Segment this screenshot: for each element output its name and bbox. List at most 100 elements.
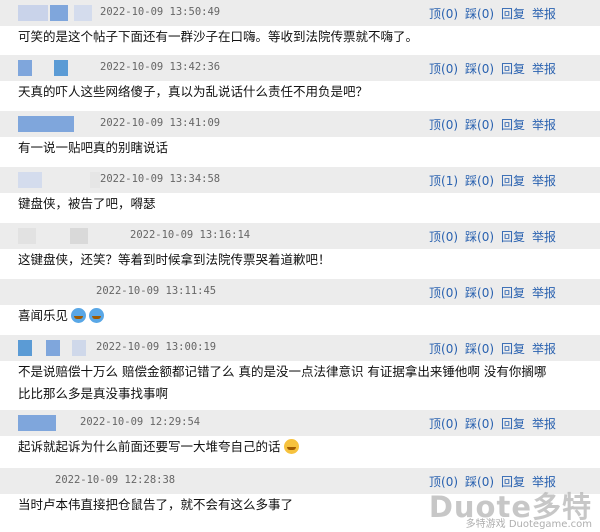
upvote-link-text: (0) bbox=[441, 118, 459, 132]
comment-body: 起诉就起诉为什么前面还要写一大堆夸自己的话 bbox=[18, 436, 299, 458]
comment-text: 喜闻乐见 bbox=[18, 308, 69, 323]
comment-text: 键盘侠，被告了吧，嘚瑟 bbox=[18, 196, 156, 211]
downvote-link-text: 踩 bbox=[465, 174, 478, 188]
watermark-subtext: 多特游戏 Duotegame.com bbox=[465, 519, 592, 530]
comment-text: 有一说一贴吧真的别瞎说话 bbox=[18, 140, 169, 155]
downvote-link-text: 踩 bbox=[465, 62, 478, 76]
comment-timestamp: 2022-10-09 12:29:54 bbox=[80, 416, 201, 428]
report-link-text: 举报 bbox=[532, 342, 557, 356]
comment-header: 2022-10-09 13:16:14 顶(0) 踩(0) 回复 举报 bbox=[0, 223, 600, 249]
comment-timestamp: 2022-10-09 13:34:58 bbox=[100, 173, 221, 185]
comment-header: 2022-10-09 13:41:09 顶(0) 踩(0) 回复 举报 bbox=[0, 111, 600, 137]
upvote-link-text: (0) bbox=[441, 342, 459, 356]
reply-link[interactable]: 回复 bbox=[501, 7, 525, 21]
upvote-link-text: 顶 bbox=[429, 286, 442, 300]
comment-text: 起诉就起诉为什么前面还要写一大堆夸自己的话 bbox=[18, 439, 281, 454]
upvote-link-text: (0) bbox=[441, 286, 459, 300]
downvote-link-text: 踩 bbox=[465, 7, 478, 21]
upvote-link-text: 顶 bbox=[429, 342, 442, 356]
reply-link[interactable]: 回复 bbox=[501, 174, 525, 188]
downvote-link[interactable]: 踩(0) bbox=[465, 118, 494, 132]
comment-body: 当时卢本伟直接把仓鼠告了，就不会有这么多事了 bbox=[18, 494, 293, 516]
comment-text: 当时卢本伟直接把仓鼠告了，就不会有这么多事了 bbox=[18, 497, 294, 512]
comment-actions: 顶(1) 踩(0) 回复 举报 bbox=[429, 172, 563, 189]
comment-body: 喜闻乐见 bbox=[18, 305, 105, 327]
downvote-link[interactable]: 踩(0) bbox=[465, 7, 494, 21]
comment-text-line2: 比比那么多是真没事找事啊 bbox=[18, 386, 169, 401]
comment-text: 可笑的是这个帖子下面还有一群沙子在口嗨。等收到法院传票就不嗨了。 bbox=[18, 29, 419, 44]
report-link[interactable]: 举报 bbox=[532, 230, 556, 244]
upvote-link[interactable]: 顶(0) bbox=[429, 230, 458, 244]
upvote-link[interactable]: 顶(0) bbox=[429, 417, 458, 431]
downvote-link[interactable]: 踩(0) bbox=[465, 174, 494, 188]
reply-link-text: 回复 bbox=[501, 342, 526, 356]
comment-timestamp: 2022-10-09 12:28:38 bbox=[55, 474, 176, 486]
comment-actions: 顶(0) 踩(0) 回复 举报 bbox=[429, 5, 563, 22]
report-link[interactable]: 举报 bbox=[532, 342, 556, 356]
comment-timestamp: 2022-10-09 13:41:09 bbox=[100, 117, 221, 129]
upvote-link-text: 顶 bbox=[429, 417, 442, 431]
comment-timestamp: 2022-10-09 13:50:49 bbox=[100, 6, 221, 18]
downvote-link[interactable]: 踩(0) bbox=[465, 417, 494, 431]
report-link-text: 举报 bbox=[532, 118, 557, 132]
report-link[interactable]: 举报 bbox=[532, 7, 556, 21]
comment-text: 这键盘侠，还笑？等着到时候拿到法院传票哭着道歉吧！ bbox=[18, 252, 331, 267]
downvote-link[interactable]: 踩(0) bbox=[465, 62, 494, 76]
reply-link-text: 回复 bbox=[501, 417, 526, 431]
report-link[interactable]: 举报 bbox=[532, 118, 556, 132]
report-link[interactable]: 举报 bbox=[532, 174, 556, 188]
reply-link-text: 回复 bbox=[501, 62, 526, 76]
upvote-link-text: 顶 bbox=[429, 230, 442, 244]
comment-header: 2022-10-09 13:00:19 顶(0) 踩(0) 回复 举报 bbox=[0, 335, 600, 361]
grin-emoji bbox=[283, 439, 299, 454]
report-link[interactable]: 举报 bbox=[532, 286, 556, 300]
comment-body: 不是说赔偿十万么 赔偿金额都记错了么 真的是没一点法律意识 有证据拿出来锤他啊 … bbox=[18, 361, 546, 405]
comment-header: 2022-10-09 12:29:54 顶(0) 踩(0) 回复 举报 bbox=[0, 410, 600, 436]
reply-link[interactable]: 回复 bbox=[501, 417, 525, 431]
comment-header: 2022-10-09 13:50:49 顶(0) 踩(0) 回复 举报 bbox=[0, 0, 600, 26]
comment-body: 键盘侠，被告了吧，嘚瑟 bbox=[18, 193, 156, 215]
comment-header: 2022-10-09 13:34:58 顶(1) 踩(0) 回复 举报 bbox=[0, 167, 600, 193]
upvote-link[interactable]: 顶(0) bbox=[429, 7, 458, 21]
comment-actions: 顶(0) 踩(0) 回复 举报 bbox=[429, 228, 563, 245]
upvote-link-text: (0) bbox=[441, 7, 459, 21]
comment-timestamp: 2022-10-09 13:00:19 bbox=[96, 341, 217, 353]
laughing-emoji bbox=[89, 308, 105, 323]
reply-link[interactable]: 回复 bbox=[501, 62, 525, 76]
upvote-link-text: 顶 bbox=[429, 62, 442, 76]
downvote-link-text: (0) bbox=[477, 7, 495, 21]
upvote-link[interactable]: 顶(0) bbox=[429, 62, 458, 76]
upvote-link[interactable]: 顶(1) bbox=[429, 174, 458, 188]
comment-timestamp: 2022-10-09 13:11:45 bbox=[96, 285, 217, 297]
downvote-link-text: (0) bbox=[477, 342, 495, 356]
downvote-link[interactable]: 踩(0) bbox=[465, 230, 494, 244]
report-link[interactable]: 举报 bbox=[532, 62, 556, 76]
report-link[interactable]: 举报 bbox=[532, 417, 556, 431]
upvote-link-text: 顶 bbox=[429, 7, 442, 21]
comment-body: 可笑的是这个帖子下面还有一群沙子在口嗨。等收到法院传票就不嗨了。 bbox=[18, 26, 418, 48]
reply-link[interactable]: 回复 bbox=[501, 342, 525, 356]
downvote-link-text: 踩 bbox=[465, 286, 478, 300]
comment-actions: 顶(0) 踩(0) 回复 举报 bbox=[429, 415, 563, 432]
downvote-link[interactable]: 踩(0) bbox=[465, 286, 494, 300]
comment-header: 2022-10-09 13:42:36 顶(0) 踩(0) 回复 举报 bbox=[0, 55, 600, 81]
downvote-link-text: 踩 bbox=[465, 230, 478, 244]
downvote-link-text: (0) bbox=[477, 62, 495, 76]
downvote-link-text: 踩 bbox=[465, 118, 478, 132]
upvote-link[interactable]: 顶(0) bbox=[429, 118, 458, 132]
reply-link[interactable]: 回复 bbox=[501, 230, 525, 244]
downvote-link[interactable]: 踩(0) bbox=[465, 342, 494, 356]
upvote-link[interactable]: 顶(0) bbox=[429, 342, 458, 356]
reply-link[interactable]: 回复 bbox=[501, 286, 525, 300]
upvote-link[interactable]: 顶(0) bbox=[429, 286, 458, 300]
comment-text: 不是说赔偿十万么 赔偿金额都记错了么 真的是没一点法律意识 有证据拿出来锤他啊 … bbox=[18, 364, 547, 379]
report-link-text: 举报 bbox=[532, 286, 557, 300]
reply-link[interactable]: 回复 bbox=[501, 118, 525, 132]
report-link-text: 举报 bbox=[532, 7, 557, 21]
downvote-link-text: (0) bbox=[477, 286, 495, 300]
comment-actions: 顶(0) 踩(0) 回复 举报 bbox=[429, 284, 563, 301]
comment-body: 这键盘侠，还笑？等着到时候拿到法院传票哭着道歉吧！ bbox=[18, 249, 331, 271]
comment-timestamp: 2022-10-09 13:42:36 bbox=[100, 61, 221, 73]
report-link-text: 举报 bbox=[532, 62, 557, 76]
laughing-emoji bbox=[71, 308, 87, 323]
